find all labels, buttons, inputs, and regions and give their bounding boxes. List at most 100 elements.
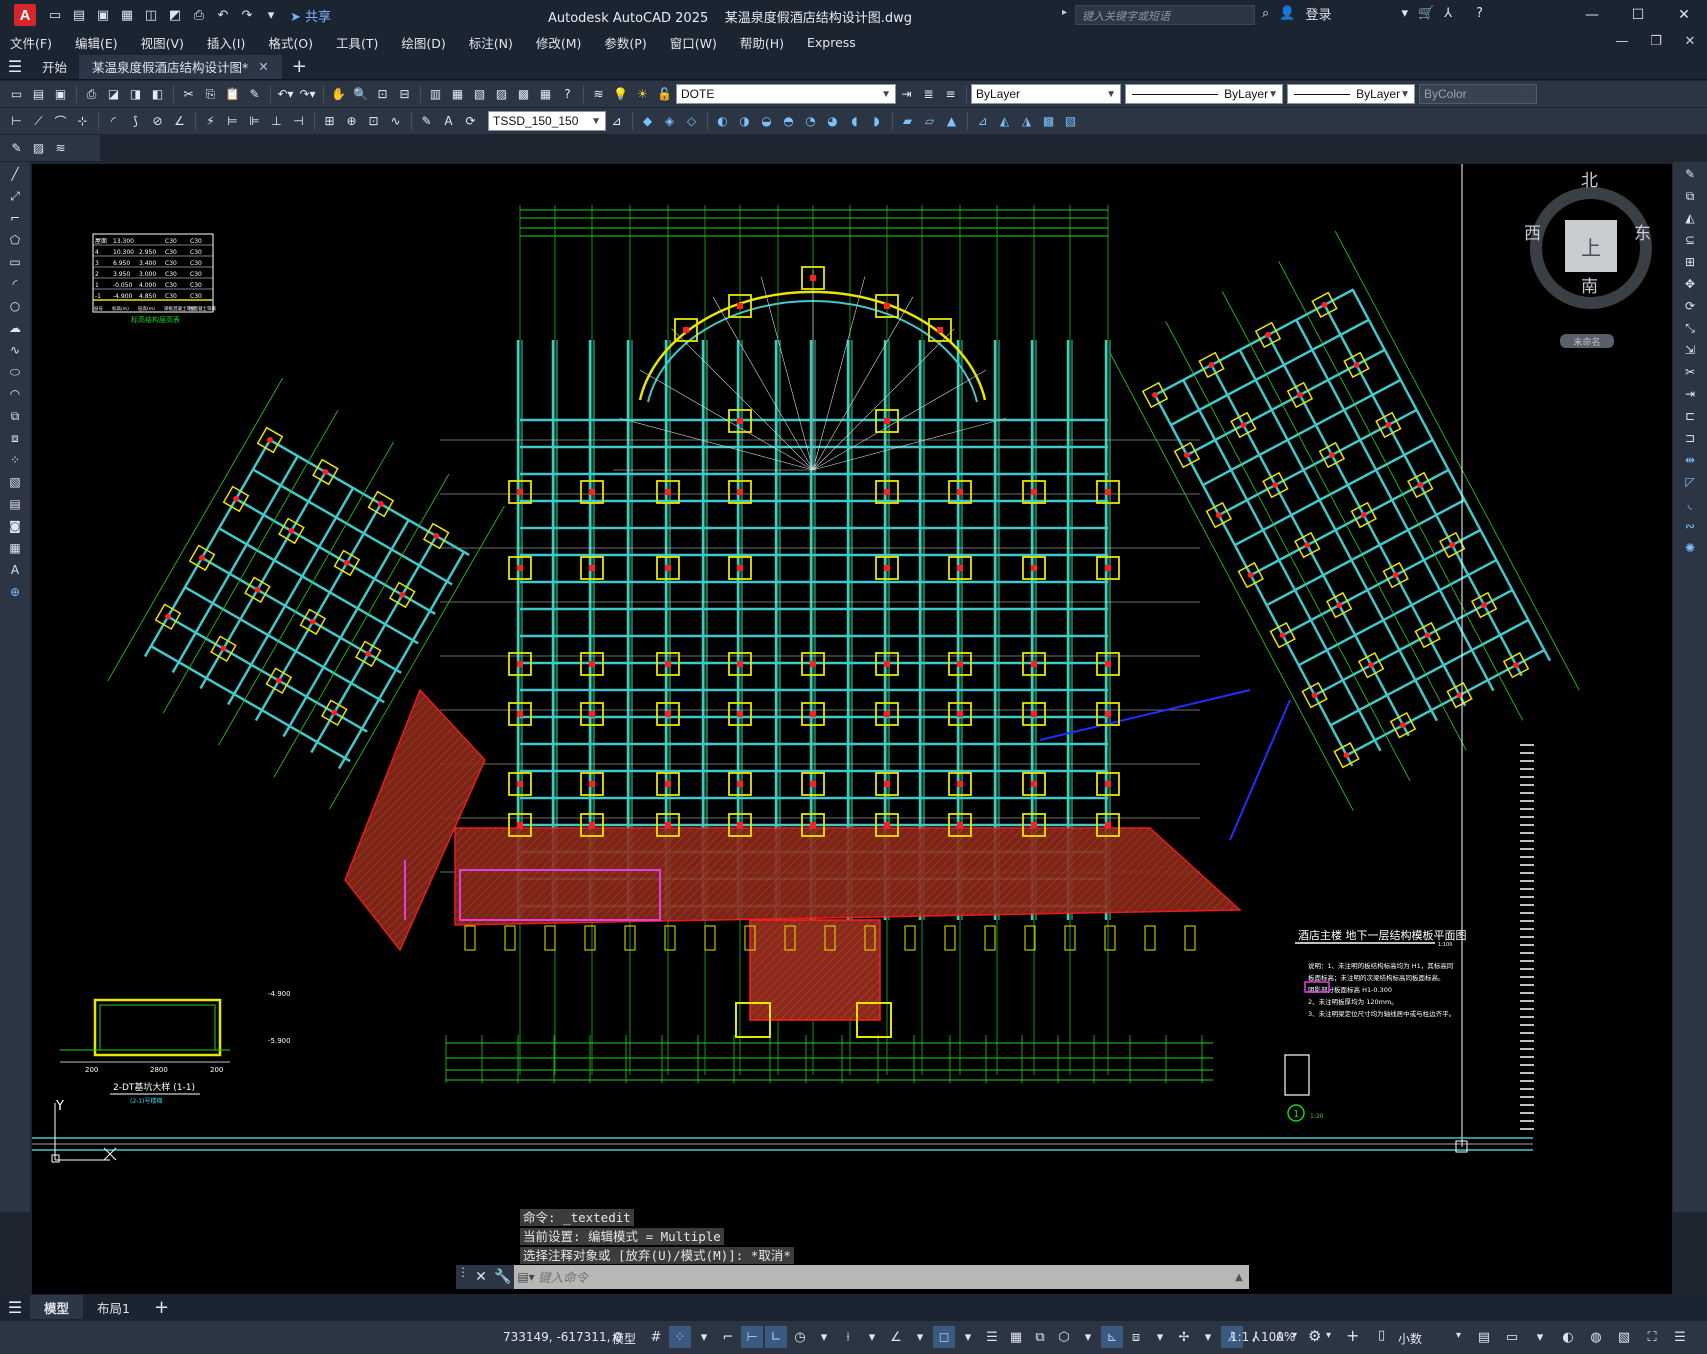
layer-sun-icon[interactable]: ☀ xyxy=(632,84,653,104)
command-close-icon[interactable]: ✕ xyxy=(470,1265,492,1289)
snap-icon[interactable]: ⁘ xyxy=(669,1326,691,1348)
stretch-icon[interactable]: ⇲ xyxy=(1679,340,1701,360)
edit-block-icon[interactable]: ✎ xyxy=(6,138,27,158)
spline-icon[interactable]: ∿ xyxy=(4,340,26,360)
save-tool-icon[interactable]: ▣ xyxy=(50,84,71,104)
menu-parametric[interactable]: 参数(P) xyxy=(604,33,646,52)
wcs-menu-button[interactable]: 未命名 xyxy=(1560,334,1614,348)
hatch-icon[interactable]: ▧ xyxy=(4,472,26,492)
menu-edit[interactable]: 编辑(E) xyxy=(75,33,118,52)
ucs-icon[interactable]: ⊿ xyxy=(972,111,993,131)
rotate-icon[interactable]: ⟳ xyxy=(1679,296,1701,316)
login-label[interactable]: 登录 xyxy=(1305,4,1331,23)
minimize-icon[interactable]: — xyxy=(1569,0,1615,30)
subtract-icon[interactable]: ◇ xyxy=(681,111,702,131)
new-file-icon[interactable]: ▭ xyxy=(44,4,66,26)
search-input[interactable]: 键入关键字或短语 xyxy=(1075,5,1255,25)
join-icon[interactable]: ⇹ xyxy=(1679,450,1701,470)
box-icon[interactable]: ◆ xyxy=(637,111,658,131)
command-prompt-icon[interactable]: ▤▾ xyxy=(514,1265,538,1289)
jogged-linear-icon[interactable]: ∿ xyxy=(385,111,406,131)
solid-edit-icon[interactable]: ▰ xyxy=(897,111,918,131)
tab-drawing[interactable]: 某温泉度假酒店结构设计图* ✕ xyxy=(80,54,282,79)
fullscreen-icon[interactable]: ⛶ xyxy=(1641,1326,1663,1348)
tracking-menu-icon[interactable]: ▾ xyxy=(909,1326,931,1348)
save-icon[interactable]: ▣ xyxy=(92,4,114,26)
extend-icon[interactable]: ⇥ xyxy=(1679,384,1701,404)
annotation-monitor-icon[interactable]: + xyxy=(1346,1326,1359,1345)
dim-linear-icon[interactable]: ⊢ xyxy=(6,111,27,131)
dim-aligned-icon[interactable]: ⟋ xyxy=(28,111,49,131)
menu-window[interactable]: 窗口(W) xyxy=(670,33,717,52)
trim-icon[interactable]: ✂ xyxy=(1679,362,1701,382)
selection-filter-icon[interactable]: ⧈ xyxy=(1125,1326,1147,1348)
dim-edit-icon[interactable]: ✎ xyxy=(416,111,437,131)
insert-block-icon[interactable]: ⧉ xyxy=(4,406,26,426)
region-icon[interactable]: ◙ xyxy=(4,516,26,536)
loft-icon[interactable]: ◓ xyxy=(778,111,799,131)
annotation-scale-value[interactable]: 1:1 / 100% xyxy=(1230,1330,1295,1344)
polyline-icon[interactable]: ⌐ xyxy=(4,208,26,228)
table-icon[interactable]: ▦ xyxy=(4,538,26,558)
plot-icon[interactable]: ⎙ xyxy=(81,84,102,104)
layout-menu-icon[interactable]: ☰ xyxy=(0,1298,30,1317)
object-snap-icon[interactable]: ◻ xyxy=(933,1326,955,1348)
color-select[interactable]: ByLayer ▼ xyxy=(971,84,1121,104)
design-center-icon[interactable]: ▦ xyxy=(447,84,468,104)
offset-icon[interactable]: ⊆ xyxy=(1679,230,1701,250)
app-logo[interactable]: A xyxy=(14,4,36,26)
viewcube-south[interactable]: 南 xyxy=(1581,272,1598,297)
dim-diameter-icon[interactable]: ⊘ xyxy=(147,111,168,131)
cart-icon[interactable]: 🛒 xyxy=(1418,6,1434,21)
menu-dimension[interactable]: 标注(N) xyxy=(469,33,513,52)
linetype-select[interactable]: ByLayer ▼ xyxy=(1125,84,1283,104)
graphics-performance-icon[interactable]: ◍ xyxy=(1585,1326,1607,1348)
menu-express[interactable]: Express xyxy=(807,35,856,50)
help-icon[interactable]: ? xyxy=(1476,6,1483,21)
open-icon[interactable]: ▤ xyxy=(28,84,49,104)
paste-icon[interactable]: 📋 xyxy=(222,84,243,104)
ucs-object-icon[interactable]: ▧ xyxy=(1060,111,1081,131)
dim-text-edit-icon[interactable]: A xyxy=(438,111,459,131)
search-icon[interactable]: ⌕ xyxy=(1262,6,1269,21)
shell-icon[interactable]: ▱ xyxy=(919,111,940,131)
dropdown-icon[interactable]: ▾ xyxy=(1401,6,1408,21)
dim-radius-icon[interactable]: ◜ xyxy=(103,111,124,131)
lineweight-icon[interactable]: ☰ xyxy=(981,1326,1003,1348)
layer-select[interactable]: DOTE ▼ xyxy=(676,84,896,104)
ucs-world-icon[interactable]: ◭ xyxy=(994,111,1015,131)
zoom-realtime-icon[interactable]: 🔍 xyxy=(350,84,371,104)
revolve-icon[interactable]: ◔ xyxy=(800,111,821,131)
point-icon[interactable]: ⁘ xyxy=(4,450,26,470)
search-expand-icon[interactable]: ▸ xyxy=(1062,7,1067,18)
menu-modify[interactable]: 修改(M) xyxy=(536,33,582,52)
ellipse-arc-icon[interactable]: ◠ xyxy=(4,384,26,404)
chamfer-icon[interactable]: ◸ xyxy=(1679,472,1701,492)
add-selected-icon[interactable]: ⊕ xyxy=(4,582,26,602)
polar-menu-icon[interactable]: ▾ xyxy=(813,1326,835,1348)
plotstyle-select[interactable]: ByColor ▼ xyxy=(1419,84,1537,104)
revcloud-icon[interactable]: ☁ xyxy=(4,318,26,338)
menu-help[interactable]: 帮助(H) xyxy=(740,33,784,52)
cut-icon[interactable]: ✂ xyxy=(178,84,199,104)
model-space-toggle[interactable]: 模型 xyxy=(612,1330,636,1347)
lock-ui-menu-icon[interactable]: ▾ xyxy=(1529,1326,1551,1348)
properties-icon[interactable]: ▥ xyxy=(425,84,446,104)
redo-icon[interactable]: ↷ xyxy=(236,4,258,26)
calculator-icon[interactable]: ▦ xyxy=(535,84,556,104)
dim-space-icon[interactable]: ⊥ xyxy=(266,111,287,131)
make-current-icon[interactable]: ⇥ xyxy=(896,84,917,104)
move-icon[interactable]: ✥ xyxy=(1679,274,1701,294)
layer-bulb-icon[interactable]: 💡 xyxy=(610,84,631,104)
union-icon[interactable]: ◈ xyxy=(659,111,680,131)
3d-print-icon[interactable]: ◧ xyxy=(147,84,168,104)
explode-icon[interactable]: ✺ xyxy=(1679,538,1701,558)
make-block-icon[interactable]: ⧈ xyxy=(4,428,26,448)
mirror-icon[interactable]: ◭ xyxy=(1679,208,1701,228)
slice-icon[interactable]: ◕ xyxy=(822,111,843,131)
mtext-icon[interactable]: A xyxy=(4,560,26,580)
menu-view[interactable]: 视图(V) xyxy=(141,33,184,52)
doc-close-icon[interactable]: ✕ xyxy=(1673,30,1707,54)
zoom-window-icon[interactable]: ⊡ xyxy=(372,84,393,104)
open-folder-icon[interactable]: ▤ xyxy=(68,4,90,26)
